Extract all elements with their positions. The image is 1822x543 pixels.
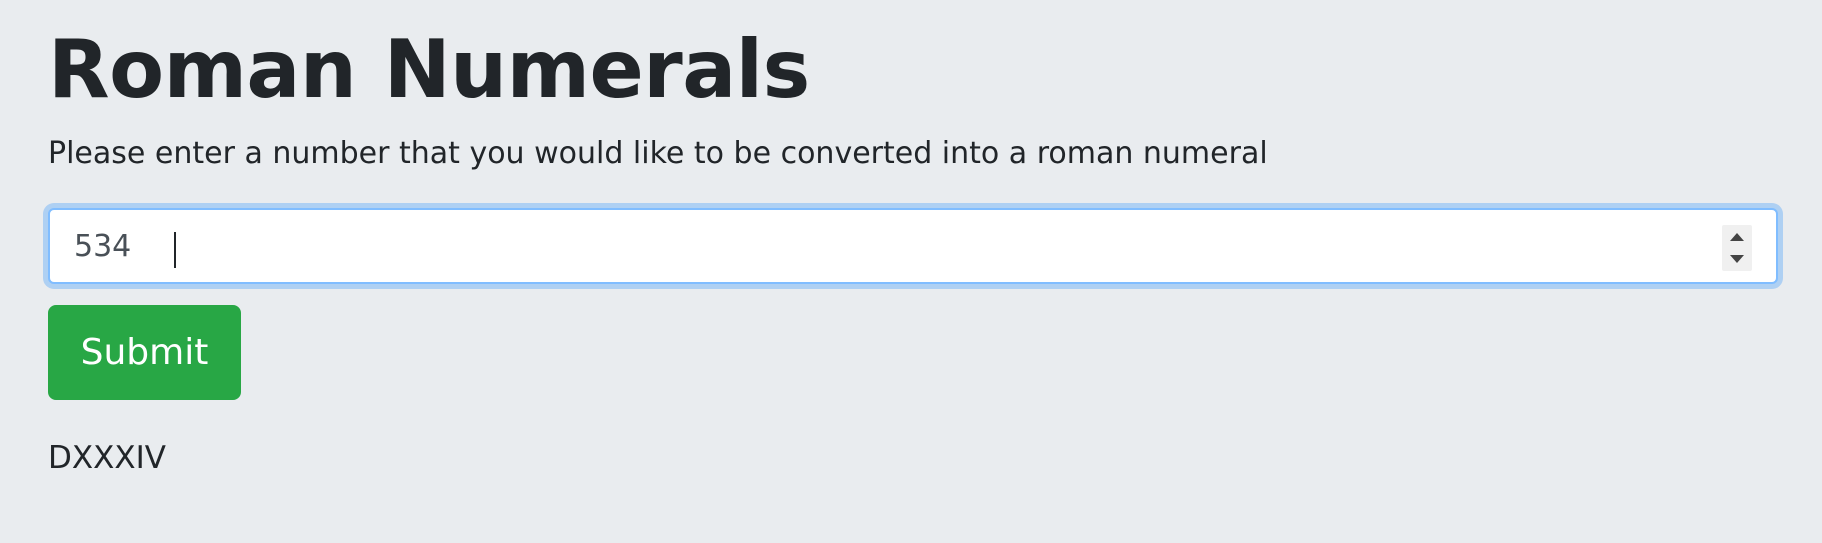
roman-numeral-result: DXXXIV [48,440,166,476]
text-caret [174,232,176,268]
decrement-arrow-icon[interactable] [1722,248,1752,271]
page-container: Roman Numerals Please enter a number tha… [0,0,1822,543]
number-input-container[interactable] [48,208,1778,284]
instructions-text: Please enter a number that you would lik… [48,136,1268,171]
number-input[interactable] [50,210,1776,282]
page-title: Roman Numerals [48,23,810,116]
number-spinner[interactable] [1722,225,1752,271]
submit-button[interactable]: Submit [48,305,241,400]
increment-arrow-icon[interactable] [1722,225,1752,248]
